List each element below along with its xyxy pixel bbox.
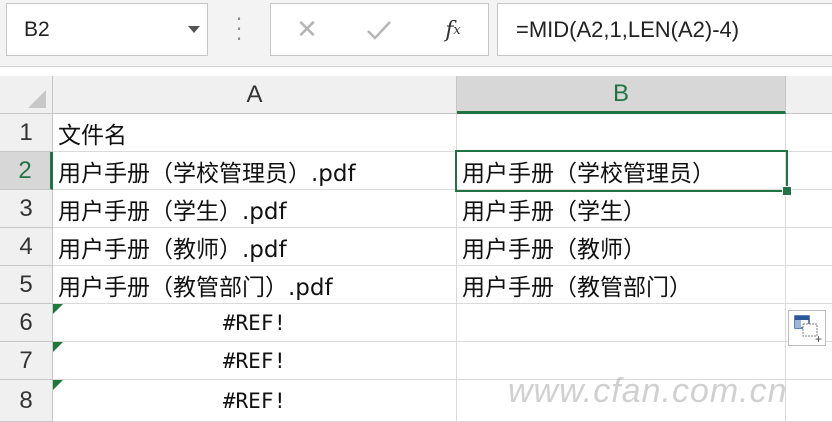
row-header-3[interactable]: 3: [0, 190, 53, 228]
cell-a3[interactable]: 用户手册（学生）.pdf: [53, 190, 457, 228]
cell-a8-value: #REF!: [222, 388, 287, 413]
cell-c7[interactable]: [786, 342, 832, 380]
fill-handle[interactable]: [782, 186, 792, 196]
cell-c1[interactable]: [786, 114, 832, 152]
cell-c4[interactable]: [786, 228, 832, 266]
column-header-a[interactable]: A: [53, 76, 457, 114]
cell-a2[interactable]: 用户手册（学校管理员）.pdf: [53, 152, 457, 190]
spreadsheet-grid: A B 1 2 3 4 5 6 7 8 文件名 用户手册（学校管理员）.pdf …: [0, 76, 832, 422]
svg-text:+: +: [815, 332, 822, 345]
cell-a4[interactable]: 用户手册（教师）.pdf: [53, 228, 457, 266]
cell-c5[interactable]: [786, 266, 832, 304]
row-header-5[interactable]: 5: [0, 266, 53, 304]
check-icon[interactable]: [359, 14, 399, 46]
quick-analysis-button[interactable]: +: [788, 310, 826, 346]
cell-b1[interactable]: [457, 114, 786, 152]
cell-a6-value: #REF!: [222, 310, 287, 335]
cell-c2[interactable]: [786, 152, 832, 190]
cell-c3[interactable]: [786, 190, 832, 228]
row-header-2[interactable]: 2: [0, 152, 53, 190]
formula-text: =MID(A2,1,LEN(A2)-4): [516, 17, 740, 42]
row-header-1[interactable]: 1: [0, 114, 53, 152]
watermark: www.cfan.com.cn: [508, 372, 788, 410]
column-header-b[interactable]: B: [457, 76, 786, 114]
error-indicator-icon: [53, 342, 63, 352]
cancel-x-icon[interactable]: ✕: [287, 14, 327, 46]
cell-c8[interactable]: [786, 380, 832, 422]
formula-input[interactable]: =MID(A2,1,LEN(A2)-4): [497, 3, 832, 56]
cell-b6[interactable]: [457, 304, 786, 342]
cell-a1[interactable]: 文件名: [53, 114, 457, 152]
cell-a6[interactable]: #REF!: [53, 304, 457, 342]
cell-a7[interactable]: #REF!: [53, 342, 457, 380]
column-header-c[interactable]: [786, 76, 832, 114]
cell-b5[interactable]: 用户手册（教管部门）: [457, 266, 786, 304]
error-indicator-icon: [53, 304, 63, 314]
chevron-down-icon[interactable]: [188, 26, 200, 33]
cell-a5[interactable]: 用户手册（教管部门）.pdf: [53, 266, 457, 304]
cell-a7-value: #REF!: [222, 348, 287, 373]
name-box[interactable]: B2: [6, 3, 208, 56]
error-indicator-icon: [53, 380, 63, 390]
formula-bar: B2 · · · ✕ fx =MID(A2,1,LEN(A2)-4): [0, 0, 832, 67]
select-all-triangle-icon: [28, 90, 46, 108]
fx-sub: x: [453, 22, 461, 38]
more-vertical-icon[interactable]: · · ·: [234, 9, 244, 49]
insert-function-icon[interactable]: fx: [433, 14, 473, 46]
cell-b3[interactable]: 用户手册（学生）: [457, 190, 786, 228]
formula-buttons: ✕ fx: [270, 3, 489, 56]
cell-b4[interactable]: 用户手册（教师）: [457, 228, 786, 266]
name-box-value: B2: [24, 18, 50, 41]
row-header-8[interactable]: 8: [0, 380, 53, 422]
row-header-6[interactable]: 6: [0, 304, 53, 342]
select-all-button[interactable]: [0, 76, 53, 114]
cell-b2[interactable]: 用户手册（学校管理员）: [457, 152, 786, 190]
cell-a8[interactable]: #REF!: [53, 380, 457, 422]
row-header-7[interactable]: 7: [0, 342, 53, 380]
row-header-4[interactable]: 4: [0, 228, 53, 266]
fx-label: f: [445, 17, 454, 43]
quick-analysis-icon: +: [794, 315, 822, 346]
